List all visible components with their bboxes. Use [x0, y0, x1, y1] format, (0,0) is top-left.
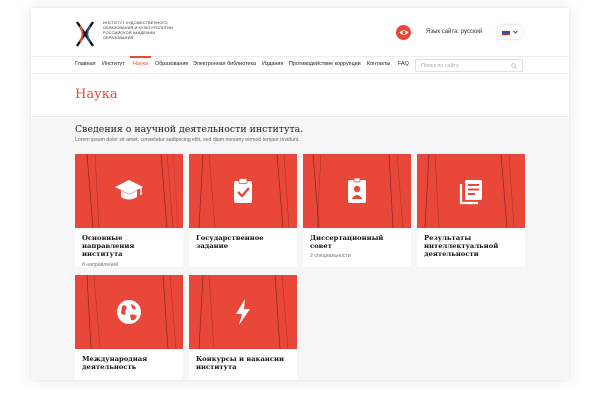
search-input[interactable]: Поиск по сайту: [421, 63, 459, 69]
page-title-band: Наука: [31, 75, 569, 117]
science-section: Сведения о научной деятельности институт…: [31, 118, 569, 380]
card-image: [417, 154, 525, 228]
nav-item-contacts[interactable]: Контакты: [367, 61, 390, 67]
card-international-activity[interactable]: Международная деятельность: [75, 275, 183, 380]
language-label: Язык сайта: русский: [426, 29, 483, 35]
card-title: Основные направления института: [82, 234, 135, 259]
eye-icon: [399, 30, 408, 35]
card-image: [75, 154, 183, 228]
section-title: Сведения о научной деятельности институт…: [75, 124, 304, 135]
card-research-directions[interactable]: Основные направления института 8 направл…: [75, 154, 183, 268]
card-competitions-vacancies[interactable]: Конкурсы и вакансии института: [189, 275, 297, 380]
nav-item-faq[interactable]: FAQ: [398, 61, 409, 67]
card-state-assignment[interactable]: Государственное задание: [189, 154, 297, 267]
card-title: Государственное задание: [196, 234, 264, 251]
card-title: Результаты интеллектуальной деятельности: [424, 234, 499, 259]
card-image: [189, 275, 297, 349]
browser-page: ИНСТИТУТ ХУДОЖЕСТВЕННОГО ОБРАЗОВАНИЯ И К…: [31, 8, 569, 380]
card-image: [75, 275, 183, 349]
nav-item-publications[interactable]: Издания: [262, 61, 283, 67]
graduation-cap-icon: [115, 180, 143, 200]
nav-item-library[interactable]: Электронная библиотека: [193, 61, 256, 67]
id-badge-icon: [348, 177, 366, 203]
search-icon[interactable]: [511, 63, 517, 69]
site-header: ИНСТИТУТ ХУДОЖЕСТВЕННОГО ОБРАЗОВАНИЯ И К…: [31, 8, 569, 56]
section-subtitle: Lorem ipsum dolor sit amet, consetetur s…: [75, 137, 300, 143]
card-intellectual-results[interactable]: Результаты интеллектуальной деятельности: [417, 154, 525, 267]
lightning-icon: [236, 299, 250, 325]
card-meta: 8 направлений: [82, 261, 118, 268]
chevron-down-icon: [513, 30, 518, 34]
nav-item-science[interactable]: Наука: [129, 56, 152, 67]
nav-item-anticorruption[interactable]: Противодействие коррупции: [289, 61, 361, 67]
main-navigation: Главная Институт Наука Образование Элект…: [31, 56, 569, 74]
institute-name: ИНСТИТУТ ХУДОЖЕСТВЕННОГО ОБРАЗОВАНИЯ И К…: [103, 20, 173, 40]
publications-icon: [459, 180, 482, 205]
nav-item-institute[interactable]: Институт: [102, 61, 125, 67]
globe-icon: [117, 300, 141, 324]
page-title: Наука: [75, 87, 118, 102]
accessibility-button[interactable]: [396, 25, 411, 40]
russian-flag-icon: [502, 29, 510, 35]
institute-logo[interactable]: [75, 20, 95, 48]
nav-item-home[interactable]: Главная: [75, 61, 96, 67]
card-dissertation-council[interactable]: Диссертационный совет 2 специальности: [303, 154, 411, 267]
card-title: Конкурсы и вакансии института: [196, 355, 285, 372]
clipboard-check-icon: [234, 178, 252, 203]
card-meta: 2 специальности: [310, 253, 351, 260]
search-box[interactable]: Поиск по сайту: [415, 59, 523, 72]
card-title: Диссертационный совет: [310, 234, 384, 251]
card-image: [303, 154, 411, 228]
language-select[interactable]: [497, 25, 523, 39]
card-title: Международная деятельность: [82, 355, 148, 372]
nav-item-education[interactable]: Образование: [155, 61, 188, 67]
card-image: [189, 154, 297, 228]
